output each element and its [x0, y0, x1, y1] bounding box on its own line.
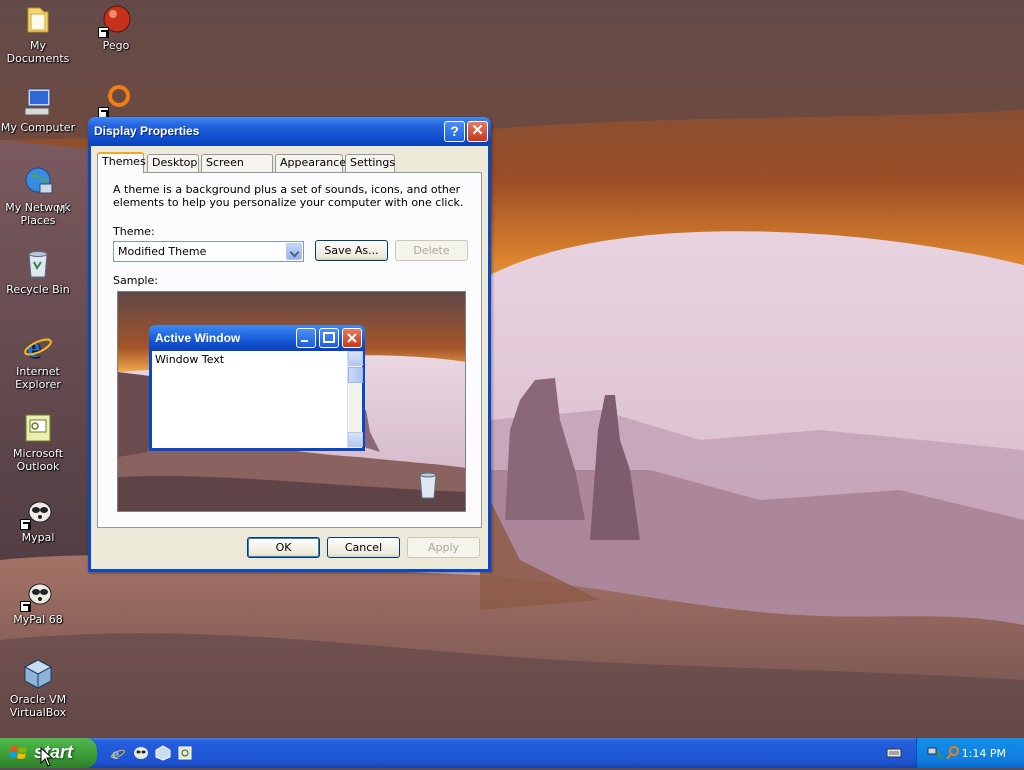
help-icon: ?	[450, 123, 459, 139]
desktop-icon-label: My Computer	[0, 121, 76, 134]
mypal-raccoon-icon	[20, 578, 54, 612]
shortcut-arrow-icon	[98, 27, 109, 38]
mouse-cursor-icon	[40, 746, 54, 770]
cancel-button[interactable]: Cancel	[327, 537, 400, 558]
tab-label: Desktop	[152, 156, 198, 169]
ok-button-label: OK	[275, 541, 292, 554]
apply-button-label: Apply	[427, 541, 460, 554]
scroll-up-icon	[348, 351, 363, 366]
quick-launch-mypal-icon[interactable]	[133, 745, 149, 761]
desktop-icon-label: Pego	[102, 39, 130, 52]
sample-recycle-bin-icon	[419, 472, 437, 499]
shortcut-arrow-icon	[20, 601, 31, 612]
scroll-down-icon	[348, 432, 363, 447]
desktop-icon-label: MyPal 68	[13, 613, 63, 626]
virtualbox-icon	[22, 658, 54, 690]
theme-sample-preview: Active Window Window Text	[117, 291, 466, 512]
tab-settings[interactable]: Settings	[345, 154, 395, 172]
theme-select[interactable]: Modified Theme	[113, 241, 304, 262]
close-icon	[342, 328, 362, 348]
shortcut-arrow-icon	[20, 519, 31, 530]
save-as-button-label: Save As...	[324, 244, 379, 257]
desktop-icon-label: Mypal	[21, 531, 55, 544]
desktop-icon-internet-explorer[interactable]: e Internet Explorer	[0, 330, 76, 391]
close-button[interactable]: ✕	[467, 121, 488, 142]
pego-icon	[98, 4, 132, 38]
desktop-icon-microsoft-outlook[interactable]: Microsoft Outlook	[0, 412, 76, 473]
sample-window-titlebar: Active Window	[149, 325, 365, 351]
help-button[interactable]: ?	[444, 121, 465, 142]
system-tray: 1:14 PM	[916, 738, 1024, 768]
desktop-icon-pego[interactable]: Pego	[78, 4, 154, 52]
desktop-icon-label: Internet Explorer	[15, 365, 61, 391]
keyboard-layout-icon[interactable]	[886, 747, 902, 763]
desktop-icon-orange-ring[interactable]	[78, 84, 154, 119]
quick-launch-internet-explorer-icon[interactable]: e	[110, 745, 126, 763]
desktop-icon-my-computer[interactable]: My Computer	[0, 86, 76, 134]
save-as-button[interactable]: Save As...	[315, 240, 388, 261]
recycle-bin-icon	[22, 248, 54, 280]
desktop-icon-oracle-vm-virtualbox[interactable]: Oracle VM VirtualBox	[0, 658, 76, 719]
computer-icon	[22, 86, 54, 118]
dialog-client-area: Themes Desktop Screen Saver Appearance S…	[91, 146, 488, 569]
desktop-icon-recycle-bin[interactable]: Recycle Bin	[0, 248, 76, 296]
maximize-icon	[319, 328, 339, 348]
folder-icon	[22, 4, 54, 36]
sample-window-text: Window Text	[155, 353, 225, 366]
tab-label: Themes	[102, 155, 146, 168]
tab-themes[interactable]: Themes	[97, 152, 146, 173]
quick-launch-virtualbox-icon[interactable]	[155, 745, 171, 761]
desktop-icon-mypal-68[interactable]: MyPal 68	[0, 578, 76, 626]
network-globe-icon	[22, 166, 54, 198]
sample-label: Sample:	[113, 274, 158, 287]
theme-label: Theme:	[113, 225, 155, 238]
tray-clock[interactable]: 1:14 PM	[962, 747, 1006, 760]
chevron-down-icon[interactable]	[286, 243, 302, 260]
sample-scrollbar	[347, 351, 363, 448]
search-tray-icon[interactable]	[945, 745, 961, 761]
scroll-thumb	[348, 367, 363, 383]
internet-explorer-icon: e	[22, 330, 54, 362]
minimize-icon	[296, 328, 316, 348]
tab-desktop[interactable]: Desktop	[147, 154, 199, 172]
cancel-button-label: Cancel	[344, 541, 383, 554]
delete-button-label: Delete	[413, 244, 450, 257]
taskbar: start e 1:14 PM	[0, 738, 1024, 768]
tab-appearance[interactable]: Appearance	[275, 154, 347, 172]
desktop-icon-label: My Documents	[6, 39, 70, 65]
theme-description: A theme is a background plus a set of so…	[113, 183, 464, 209]
theme-select-value: Modified Theme	[118, 245, 207, 258]
desktop-icon-label: Microsoft Outlook	[12, 447, 64, 473]
windows-logo-icon	[9, 745, 28, 761]
orange-ring-icon	[98, 84, 132, 118]
desktop-icon-mypal[interactable]: Mypal	[0, 496, 76, 544]
delete-button[interactable]: Delete	[395, 240, 468, 261]
sample-window-title: Active Window	[155, 331, 241, 345]
dialog-title: Display Properties	[94, 124, 200, 138]
tab-label: Appearance	[280, 156, 347, 169]
themes-tab-pane: A theme is a background plus a set of so…	[97, 172, 482, 528]
quick-launch-outlook-icon[interactable]	[177, 745, 193, 761]
mypal-raccoon-icon	[20, 496, 54, 530]
desktop-icon-label: Oracle VM VirtualBox	[9, 693, 67, 719]
desktop-icon-label-partial: M	[56, 203, 66, 216]
network-tray-icon[interactable]	[927, 745, 943, 761]
desktop-icon-label: Recycle Bin	[6, 283, 70, 296]
close-icon: ✕	[471, 122, 484, 139]
outlook-icon	[22, 412, 54, 444]
tab-label: Settings	[350, 156, 396, 169]
ok-button[interactable]: OK	[247, 537, 320, 558]
tab-screen-saver[interactable]: Screen Saver	[201, 154, 273, 185]
sample-window-body: Window Text	[152, 351, 363, 448]
sample-active-window: Active Window Window Text	[149, 325, 365, 451]
dialog-titlebar[interactable]: Display Properties ? ✕	[88, 117, 491, 146]
desktop-icon-my-documents[interactable]: My Documents	[0, 4, 76, 65]
apply-button[interactable]: Apply	[407, 537, 480, 558]
desktop-icon-partial[interactable]: M	[56, 203, 86, 216]
display-properties-dialog: Display Properties ? ✕ Themes Desktop Sc…	[88, 117, 491, 572]
desktop-icon-my-network-places[interactable]: My Network Places	[0, 166, 76, 227]
